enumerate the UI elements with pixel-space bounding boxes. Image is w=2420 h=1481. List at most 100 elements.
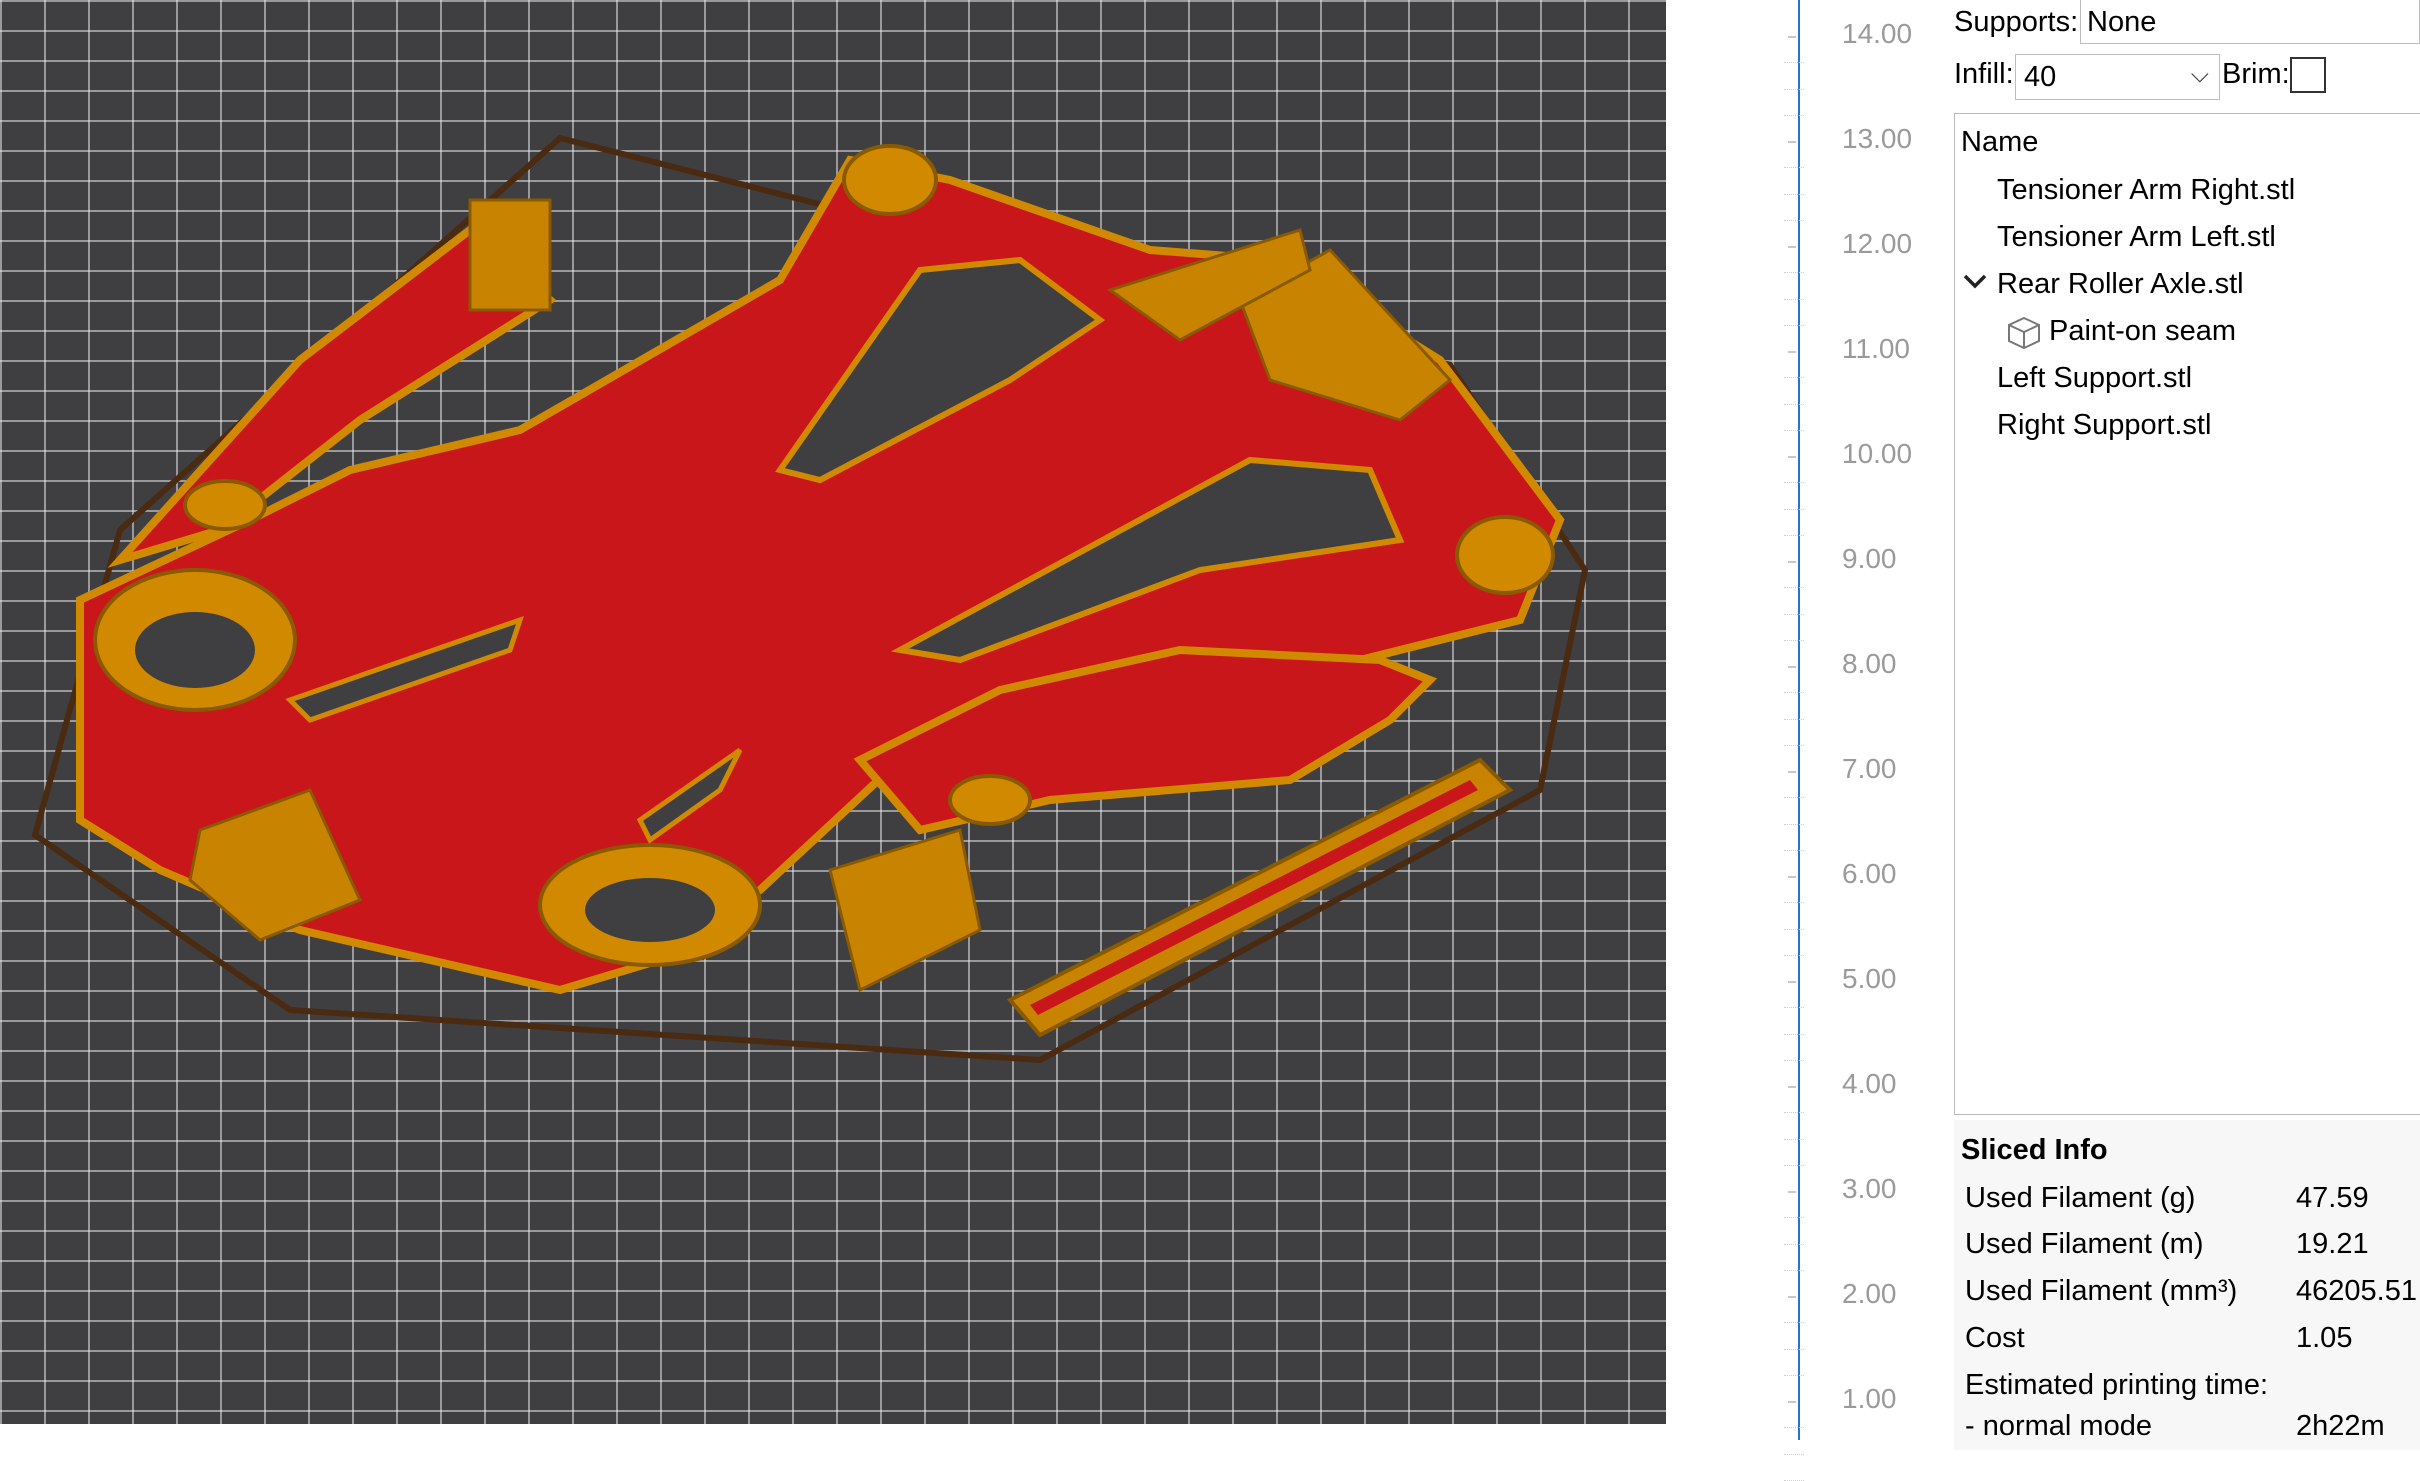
layer-tick-minor: [1784, 1427, 1804, 1429]
cube-icon: [2005, 314, 2043, 360]
layer-tick-minor: [1784, 193, 1804, 195]
layer-tick-mark: [1788, 246, 1796, 248]
layer-tick-minor: [1784, 1059, 1804, 1061]
layer-tick-label: 13.00: [1842, 123, 1913, 154]
layer-tick-minor: [1784, 1112, 1804, 1114]
brim-label: Brim:: [2222, 58, 2290, 90]
boss-hole: [135, 612, 255, 688]
layer-slider-track[interactable]: [1798, 0, 1800, 1440]
layer-tick-minor: [1784, 1138, 1804, 1140]
layer-tick-mark: [1788, 876, 1796, 878]
layer-tick-label: 10.00: [1842, 438, 1913, 469]
layer-tick-mark: [1788, 1401, 1796, 1403]
layer-tick-minor: [1784, 1348, 1804, 1350]
info-label: Cost: [1965, 1322, 2025, 1354]
arm-tab: [468, 198, 552, 312]
layer-tick-minor: [1784, 88, 1804, 90]
list-item-paint-on-seam[interactable]: Paint-on seam: [2049, 315, 2236, 348]
layer-tick-minor: [1784, 1164, 1804, 1166]
infill-label: Infill:: [1954, 58, 2014, 90]
layer-tick-minor: [1784, 324, 1804, 326]
layer-tick-mark: [1788, 1086, 1796, 1088]
layer-tick-label: 12.00: [1842, 228, 1913, 259]
layer-tick-minor: [1784, 508, 1804, 510]
layer-tick-minor: [1784, 587, 1804, 589]
supports-value: None: [2087, 6, 2157, 38]
layer-tick-minor: [1784, 797, 1804, 799]
layer-tick-minor: [1784, 1217, 1804, 1219]
layer-tick-minor: [1784, 1453, 1804, 1455]
expand-chevron-icon[interactable]: [1961, 268, 1989, 304]
layer-tick-minor: [1784, 62, 1804, 64]
axle-infill: [1030, 780, 1478, 1015]
boss: [183, 479, 267, 531]
layer-tick-label: 11.00: [1842, 333, 1910, 364]
layer-tick-minor: [1784, 1007, 1804, 1009]
object-list[interactable]: Name Tensioner Arm Right.stl Tensioner A…: [1954, 113, 2420, 1115]
list-item-right-support[interactable]: Right Support.stl: [1997, 409, 2211, 442]
info-value: 47.59: [2296, 1182, 2369, 1214]
list-item-left-support[interactable]: Left Support.stl: [1997, 362, 2192, 395]
sliced-preview: [31, 134, 1589, 1064]
infill-value: 40: [2024, 61, 2057, 93]
layer-tick-mark: [1788, 771, 1796, 773]
normal-mode-value: 2h22m: [2296, 1410, 2385, 1442]
layer-tick-mark: [1788, 666, 1796, 668]
layer-tick-label: 14.00: [1842, 18, 1913, 49]
boss: [1455, 515, 1555, 595]
layer-tick-label: 3.00: [1842, 1173, 1897, 1204]
layer-tick-minor: [1784, 482, 1804, 484]
brim-checkbox[interactable]: [2290, 57, 2326, 93]
boss: [948, 774, 1032, 826]
layer-tick-mark: [1788, 36, 1796, 38]
layer-tick-minor: [1784, 849, 1804, 851]
boss: [842, 144, 938, 216]
layer-tick-minor: [1784, 639, 1804, 641]
list-header-name[interactable]: Name: [1961, 126, 2038, 159]
list-item-rear-roller-axle[interactable]: Rear Roller Axle.stl: [1997, 268, 2244, 301]
list-item-tensioner-arm-left[interactable]: Tensioner Arm Left.stl: [1997, 221, 2276, 254]
normal-mode-label: - normal mode: [1965, 1410, 2152, 1442]
layer-tick-minor: [1784, 823, 1804, 825]
layer-tick-mark: [1788, 981, 1796, 983]
list-item-tensioner-arm-right[interactable]: Tensioner Arm Right.stl: [1997, 174, 2295, 207]
info-value: 19.21: [2296, 1228, 2369, 1260]
infill-select[interactable]: 40 ⌵: [2015, 54, 2220, 100]
layer-tick-minor: [1784, 692, 1804, 694]
chevron-down-icon: ⌵: [2190, 61, 2209, 88]
layer-tick-minor: [1784, 1322, 1804, 1324]
chevron-down-icon: [1963, 274, 1987, 289]
layer-tick-minor: [1784, 613, 1804, 615]
layer-tick-label: 1.00: [1842, 1383, 1897, 1414]
layer-tick-minor: [1784, 377, 1804, 379]
layer-tick-minor: [1784, 1033, 1804, 1035]
info-value: 1.05: [2296, 1322, 2353, 1354]
layer-tick-minor: [1784, 429, 1804, 431]
printing-time-label: Estimated printing time:: [1965, 1369, 2269, 1401]
layer-tick-minor: [1784, 298, 1804, 300]
layer-tick-mark: [1788, 1191, 1796, 1193]
layer-tick-minor: [1784, 167, 1804, 169]
layer-tick-minor: [1784, 1243, 1804, 1245]
sliced-info-title: Sliced Info: [1961, 1134, 2108, 1166]
3d-viewport[interactable]: 270103: [0, 0, 1666, 1424]
left-support-part: [828, 828, 982, 993]
info-value: 46205.51: [2296, 1275, 2417, 1307]
layer-tick-mark: [1788, 456, 1796, 458]
supports-select[interactable]: None: [2080, 0, 2420, 44]
layer-tick-minor: [1784, 1374, 1804, 1376]
sliced-info-panel: Sliced Info Used Filament (g) 47.59 Used…: [1954, 1120, 2420, 1450]
supports-label: Supports:: [1954, 6, 2079, 38]
layer-tick-minor: [1784, 928, 1804, 930]
layer-tick-label: 7.00: [1842, 753, 1897, 784]
layer-tick-minor: [1784, 534, 1804, 536]
layer-tick-minor: [1784, 902, 1804, 904]
layer-slider[interactable]: 14.00 13.00 12.00 11.00 10.00 9.00 8.00 7.00 6.0…: [1666, 0, 1946, 1481]
layer-tick-minor: [1784, 744, 1804, 746]
layer-tick-label: 2.00: [1842, 1278, 1897, 1309]
info-label: Used Filament (mm³): [1965, 1275, 2238, 1307]
layer-tick-label: 8.00: [1842, 648, 1897, 679]
info-label: Used Filament (g): [1965, 1182, 2196, 1214]
layer-tick-mark: [1788, 141, 1796, 143]
layer-tick-label: 5.00: [1842, 963, 1897, 994]
